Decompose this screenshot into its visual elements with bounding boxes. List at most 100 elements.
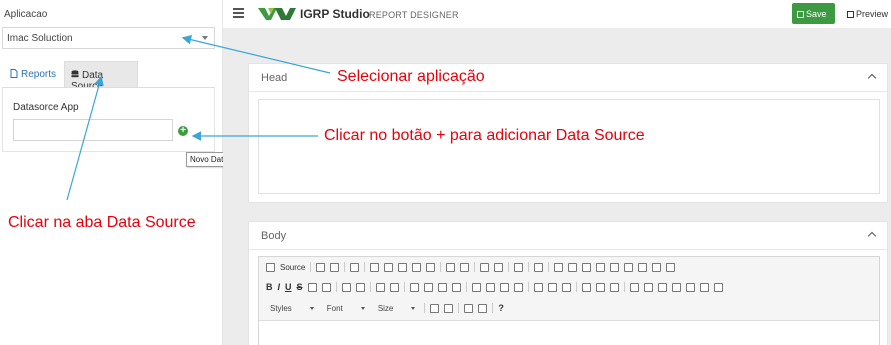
image-icon[interactable]	[629, 282, 639, 292]
textarea-icon[interactable]	[610, 262, 620, 272]
bulleted-list-icon[interactable]	[389, 282, 399, 292]
paste-text-icon[interactable]	[412, 262, 422, 272]
ltr-icon[interactable]	[533, 282, 543, 292]
anchor-icon[interactable]	[609, 282, 619, 292]
preview-doc-icon[interactable]	[316, 262, 326, 272]
tab-data-source[interactable]: Data Source	[64, 61, 138, 92]
cut-icon[interactable]	[370, 262, 380, 272]
app-select[interactable]: Imac Soluction	[2, 27, 215, 49]
unlink-icon[interactable]	[595, 282, 605, 292]
datasource-label: Datasorce App	[13, 102, 79, 113]
horizontal-line-icon[interactable]	[671, 282, 681, 292]
spellcheck-icon[interactable]	[534, 262, 544, 272]
find-icon[interactable]	[480, 262, 490, 272]
print-icon[interactable]	[330, 262, 340, 272]
show-blocks-icon[interactable]	[478, 303, 488, 313]
flash-icon[interactable]	[643, 282, 653, 292]
preview-button[interactable]: Preview	[844, 3, 890, 24]
radio-icon[interactable]	[582, 262, 592, 272]
save-icon	[797, 11, 804, 18]
special-char-icon[interactable]	[699, 282, 709, 292]
remove-format-icon[interactable]	[355, 282, 365, 292]
language-icon[interactable]	[561, 282, 571, 292]
bold-button[interactable]: B	[266, 282, 273, 292]
menu-icon[interactable]	[233, 8, 244, 18]
save-button-label: Save	[806, 9, 827, 19]
copy-format-icon[interactable]	[341, 282, 351, 292]
align-right-icon[interactable]	[499, 282, 509, 292]
tab-reports-label: Reports	[21, 69, 57, 80]
source-button[interactable]: Source	[280, 263, 305, 272]
div-icon[interactable]	[451, 282, 461, 292]
numbered-list-icon[interactable]	[375, 282, 385, 292]
button-icon[interactable]	[638, 262, 648, 272]
chevron-down-icon	[360, 306, 365, 310]
igrp-logo	[258, 8, 296, 20]
annotation-click-plus: Clicar no botão + para adicionar Data So…	[324, 127, 645, 144]
app-label: Aplicacao	[4, 9, 48, 20]
tab-reports[interactable]: Reports	[4, 61, 62, 87]
underline-button[interactable]: U	[285, 282, 292, 292]
datasource-panel: Datasorce App +	[2, 87, 215, 152]
smiley-icon[interactable]	[685, 282, 695, 292]
background-color-icon[interactable]	[444, 303, 454, 313]
file-icon	[10, 69, 18, 78]
preview-icon	[847, 11, 854, 18]
chevron-down-icon	[202, 36, 208, 40]
strike-button[interactable]: S	[297, 282, 303, 292]
source-icon[interactable]	[266, 262, 275, 272]
head-card-title: Head	[261, 72, 288, 84]
form-icon[interactable]	[554, 262, 564, 272]
undo-icon[interactable]	[446, 262, 456, 272]
superscript-icon[interactable]	[321, 282, 331, 292]
iframe-icon[interactable]	[713, 282, 723, 292]
help-button[interactable]: ?	[498, 303, 504, 313]
chevron-down-icon	[411, 306, 416, 310]
sidebar: Aplicacao Imac Soluction Reports Data So…	[0, 0, 223, 345]
font-dropdown[interactable]: Font	[323, 302, 369, 315]
brand-subtitle: REPORT DESIGNER	[369, 10, 459, 20]
template-icon[interactable]	[350, 262, 360, 272]
paste-word-icon[interactable]	[426, 262, 436, 272]
size-dropdown[interactable]: Size	[374, 302, 420, 315]
select-field-icon[interactable]	[624, 262, 634, 272]
rtl-icon[interactable]	[547, 282, 557, 292]
add-datasource-button[interactable]: +	[178, 126, 188, 136]
datasource-input[interactable]	[13, 119, 173, 141]
indent-icon[interactable]	[423, 282, 433, 292]
subscript-icon[interactable]	[307, 282, 317, 292]
brand-title: IGRP Studio	[300, 7, 370, 21]
body-card-title: Body	[261, 230, 287, 242]
chevron-up-icon[interactable]	[867, 231, 877, 241]
copy-icon[interactable]	[384, 262, 394, 272]
maximize-icon[interactable]	[464, 303, 474, 313]
save-button[interactable]: Save	[792, 3, 835, 24]
blockquote-icon[interactable]	[437, 282, 447, 292]
align-center-icon[interactable]	[485, 282, 495, 292]
annotation-click-tab: Clicar na aba Data Source	[8, 214, 196, 231]
select-all-icon[interactable]	[514, 262, 524, 272]
checkbox-icon[interactable]	[568, 262, 578, 272]
chevron-down-icon	[309, 306, 314, 310]
image-button-icon[interactable]	[652, 262, 662, 272]
align-left-icon[interactable]	[471, 282, 481, 292]
toolbar-row-1: Source	[266, 259, 676, 275]
paste-icon[interactable]	[398, 262, 408, 272]
table-icon[interactable]	[657, 282, 667, 292]
replace-icon[interactable]	[494, 262, 504, 272]
hidden-field-icon[interactable]	[666, 262, 676, 272]
body-card: Body Source B I U S Styles Font Size ?	[248, 221, 888, 345]
redo-icon[interactable]	[460, 262, 470, 272]
textfield-icon[interactable]	[596, 262, 606, 272]
chevron-up-icon[interactable]	[867, 73, 877, 83]
justify-icon[interactable]	[513, 282, 523, 292]
outdent-icon[interactable]	[409, 282, 419, 292]
app-select-value: Imac Soluction	[7, 33, 73, 44]
main-area: Head Body Source B I U S Styles Font Siz…	[223, 28, 891, 345]
head-content-area[interactable]	[258, 99, 880, 194]
link-icon[interactable]	[581, 282, 591, 292]
italic-button[interactable]: I	[278, 282, 281, 292]
text-color-icon[interactable]	[430, 303, 440, 313]
styles-dropdown[interactable]: Styles	[266, 302, 318, 315]
styles-dropdown-label: Styles	[270, 303, 292, 313]
